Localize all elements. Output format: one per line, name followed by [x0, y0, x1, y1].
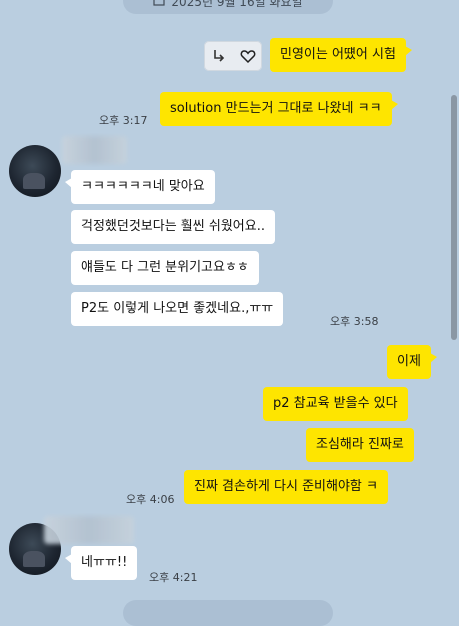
- message-time: 오후 3:17: [99, 114, 148, 127]
- message-time: 오후 4:06: [126, 493, 175, 506]
- scrollbar-thumb[interactable]: [451, 95, 457, 340]
- heart-icon[interactable]: [236, 44, 260, 68]
- chat-message-mine[interactable]: 민영이는 어떘어 시험: [270, 38, 412, 72]
- message-time: 오후 4:21: [149, 571, 198, 584]
- chat-message-theirs[interactable]: 얘들도 다 그런 분위기고요ㅎㅎ: [71, 251, 259, 285]
- reply-arrow-icon[interactable]: [207, 44, 231, 68]
- chat-message-mine[interactable]: p2 참교육 받을수 있다: [263, 387, 408, 421]
- next-date-divider: [123, 600, 333, 626]
- sender-name-blurred: [44, 516, 134, 544]
- chat-message-theirs[interactable]: P2도 이렇게 나오면 좋겠네요.,ㅠㅠ: [71, 292, 284, 326]
- chat-message-mine[interactable]: solution 만드는거 그대로 나왔네 ㅋㅋ: [160, 92, 398, 126]
- chat-message-theirs[interactable]: ㅋㅋㅋㅋㅋㅋ네 맞아요: [65, 170, 215, 204]
- chat-message-theirs[interactable]: 네ㅠㅠ!!: [64, 546, 138, 580]
- date-text: 2025년 9월 16일 화요일: [171, 0, 303, 9]
- avatar[interactable]: [9, 145, 61, 197]
- calendar-icon: [153, 0, 166, 9]
- chat-message-mine[interactable]: 진짜 겸손하게 다시 준비해야함 ㅋ: [184, 470, 388, 504]
- chat-message-mine[interactable]: 이제: [387, 345, 437, 379]
- chat-message-theirs[interactable]: 걱정했던것보다는 훨씬 쉬웠어요..: [71, 210, 275, 244]
- message-time: 오후 3:58: [330, 315, 379, 328]
- message-action-bar: [204, 41, 262, 71]
- sender-name-blurred: [62, 136, 127, 164]
- date-divider: 2025년 9월 16일 화요일: [123, 0, 333, 14]
- chat-message-mine[interactable]: 조심해라 진짜로: [306, 428, 414, 462]
